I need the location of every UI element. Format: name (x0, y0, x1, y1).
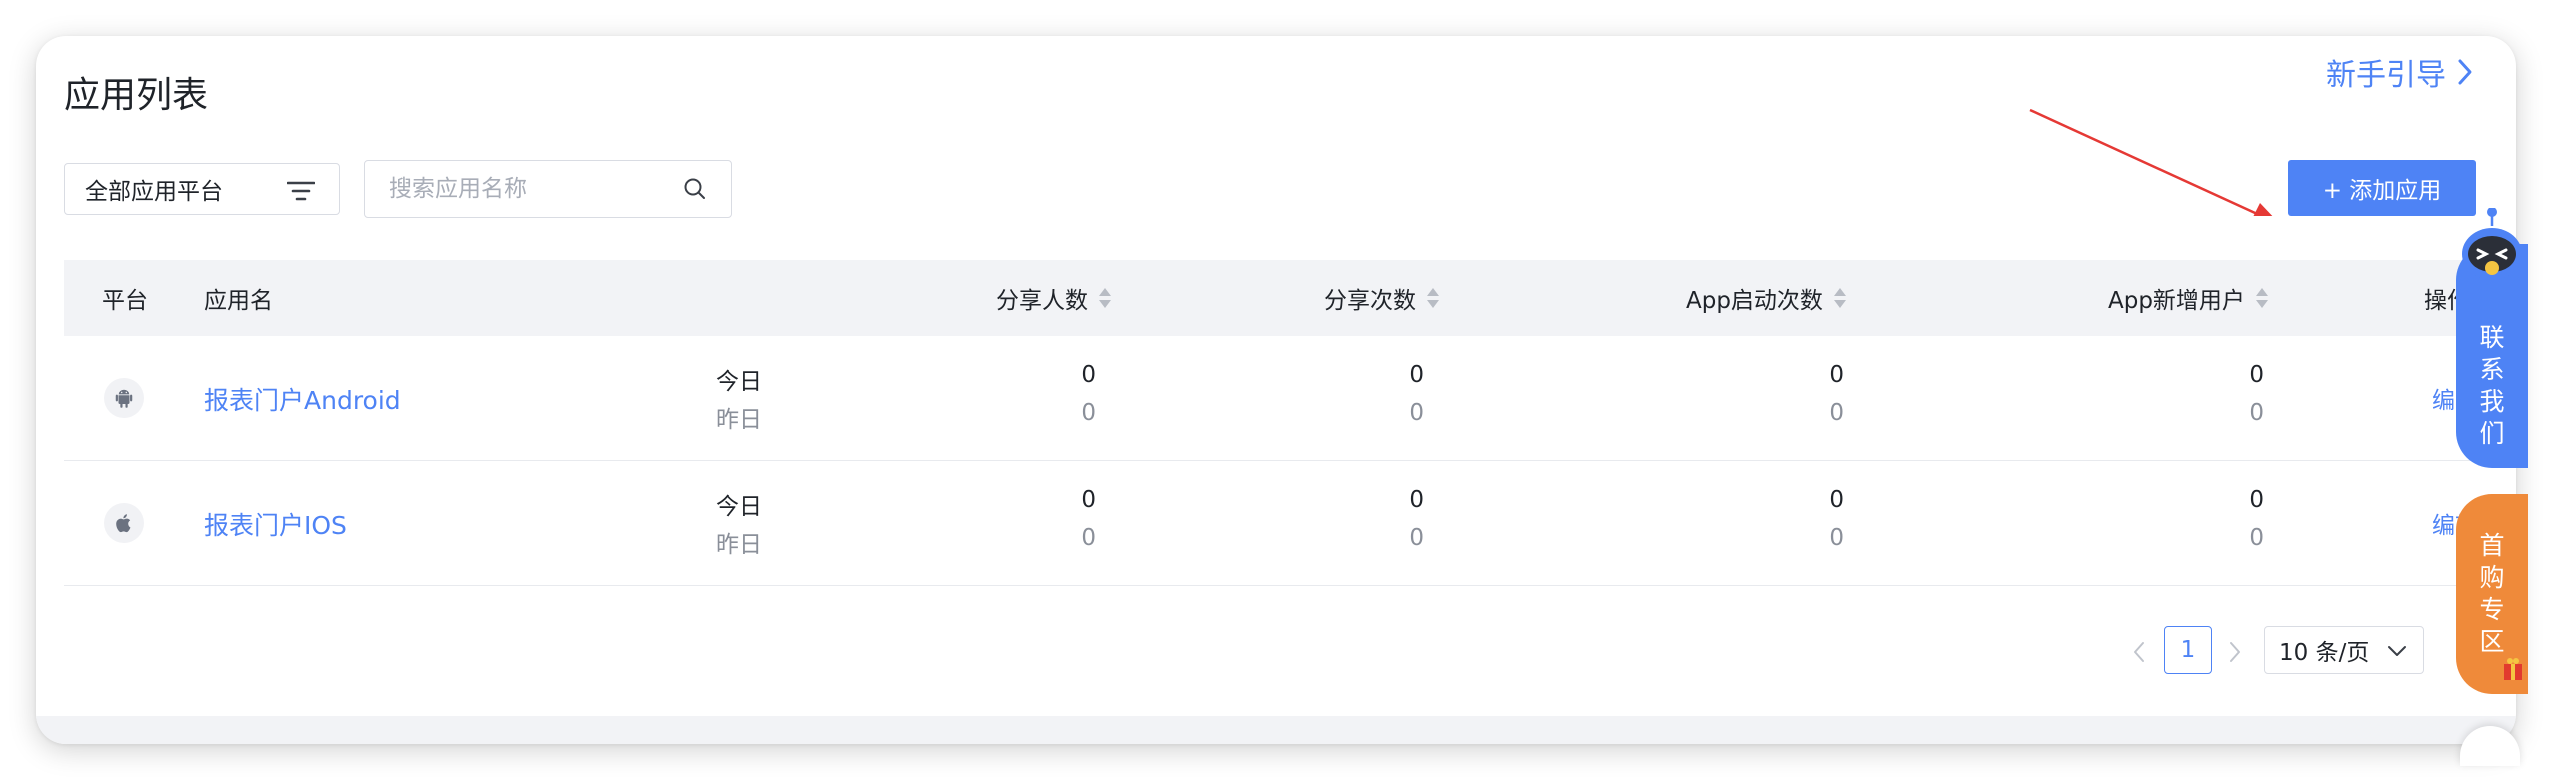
today-label: 今日 (716, 494, 762, 520)
yesterday-label: 昨日 (716, 407, 762, 433)
new-users-today: 0 (2249, 362, 2264, 388)
share-count-yesterday: 0 (1409, 400, 1424, 426)
app-launches-today: 0 (1829, 362, 1844, 388)
sort-icon[interactable] (1098, 284, 1112, 312)
col-platform-label: 平台 (102, 288, 148, 314)
sort-icon[interactable] (2255, 284, 2269, 312)
next-page-icon[interactable] (2228, 640, 2242, 664)
contact-char: 我 (2479, 387, 2505, 416)
chevron-down-icon (2388, 646, 2406, 656)
android-icon (104, 378, 144, 418)
robot-avatar-icon (2462, 208, 2522, 280)
col-app-name-label: 应用名 (204, 288, 273, 314)
page-title: 应用列表 (64, 75, 209, 116)
col-platform: 平台 (102, 260, 148, 336)
app-name-link[interactable]: 报表门户IOS (204, 506, 347, 542)
contact-char: 联 (2479, 323, 2505, 352)
col-new-users[interactable]: App新增用户 (2108, 260, 2269, 336)
promo-char: 首 (2479, 531, 2505, 560)
share-users-today: 0 (1081, 362, 1096, 388)
app-launches-yesterday: 0 (1829, 400, 1844, 426)
page-size-value: 10 条/页 (2279, 640, 2370, 666)
share-count-today: 0 (1409, 487, 1424, 513)
table-row: 报表门户IOS 今日 昨日 0 0 0 0 0 0 0 0 编辑 (64, 461, 2504, 586)
apple-icon (104, 503, 144, 543)
add-app-button[interactable]: + 添加应用 (2288, 160, 2476, 216)
contact-char: 系 (2479, 355, 2505, 384)
table-header: 平台 应用名 分享人数 分享次数 App启动次数 App新增用户 操作 (64, 260, 2504, 336)
col-share-users-label: 分享人数 (996, 288, 1088, 314)
promo-char: 专 (2479, 595, 2505, 624)
annotation-arrow (2029, 108, 2273, 216)
app-launches-today: 0 (1829, 487, 1844, 513)
col-app-name: 应用名 (204, 260, 273, 336)
share-users-today: 0 (1081, 487, 1096, 513)
contact-char: 们 (2479, 419, 2505, 448)
card-footer-strip (36, 716, 2516, 744)
page-number-button[interactable]: 1 (2164, 626, 2212, 674)
new-users-yesterday: 0 (2249, 525, 2264, 551)
share-count-yesterday: 0 (1409, 525, 1424, 551)
sort-icon[interactable] (1426, 284, 1440, 312)
platform-filter-value: 全部应用平台 (85, 179, 223, 205)
platform-filter-select[interactable]: 全部应用平台 (64, 163, 340, 215)
share-users-yesterday: 0 (1081, 525, 1096, 551)
share-count-today: 0 (1409, 362, 1424, 388)
promo-char: 购 (2479, 563, 2505, 592)
page-size-select[interactable]: 10 条/页 (2264, 626, 2424, 674)
promo-char: 区 (2479, 627, 2505, 656)
col-new-users-label: App新增用户 (2108, 288, 2245, 314)
beginner-guide-link[interactable]: 新手引导 (2326, 50, 2476, 94)
search-icon[interactable] (683, 177, 707, 201)
share-users-yesterday: 0 (1081, 400, 1096, 426)
sort-icon[interactable] (1833, 284, 1847, 312)
search-input[interactable] (387, 175, 681, 203)
gift-icon (2504, 658, 2522, 680)
col-share-count[interactable]: 分享次数 (1324, 260, 1440, 336)
prev-page-icon[interactable] (2132, 640, 2146, 664)
col-app-launches[interactable]: App启动次数 (1686, 260, 1847, 336)
first-purchase-zone-button[interactable]: 首 购 专 区 (2456, 494, 2528, 694)
contact-us-button[interactable]: 联 系 我 们 (2456, 208, 2528, 468)
today-label: 今日 (716, 369, 762, 395)
col-share-users[interactable]: 分享人数 (996, 260, 1112, 336)
chevron-right-icon (2458, 59, 2472, 85)
filter-icon (287, 181, 315, 201)
col-app-launches-label: App启动次数 (1686, 288, 1823, 314)
yesterday-label: 昨日 (716, 532, 762, 558)
contact-us-label: 联 系 我 们 (2479, 322, 2504, 450)
search-box (364, 160, 732, 218)
new-users-yesterday: 0 (2249, 400, 2264, 426)
table-row: 报表门户Android 今日 昨日 0 0 0 0 0 0 0 0 编辑 (64, 336, 2504, 461)
new-users-today: 0 (2249, 487, 2264, 513)
app-launches-yesterday: 0 (1829, 525, 1844, 551)
col-share-count-label: 分享次数 (1324, 288, 1416, 314)
app-name-link[interactable]: 报表门户Android (204, 381, 401, 417)
app-list-card: 应用列表 新手引导 全部应用平台 + 添加应用 平台 应用名 分享人数 分享次数 (36, 36, 2516, 744)
first-purchase-label: 首 购 专 区 (2479, 530, 2504, 658)
beginner-guide-label: 新手引导 (2326, 58, 2446, 93)
